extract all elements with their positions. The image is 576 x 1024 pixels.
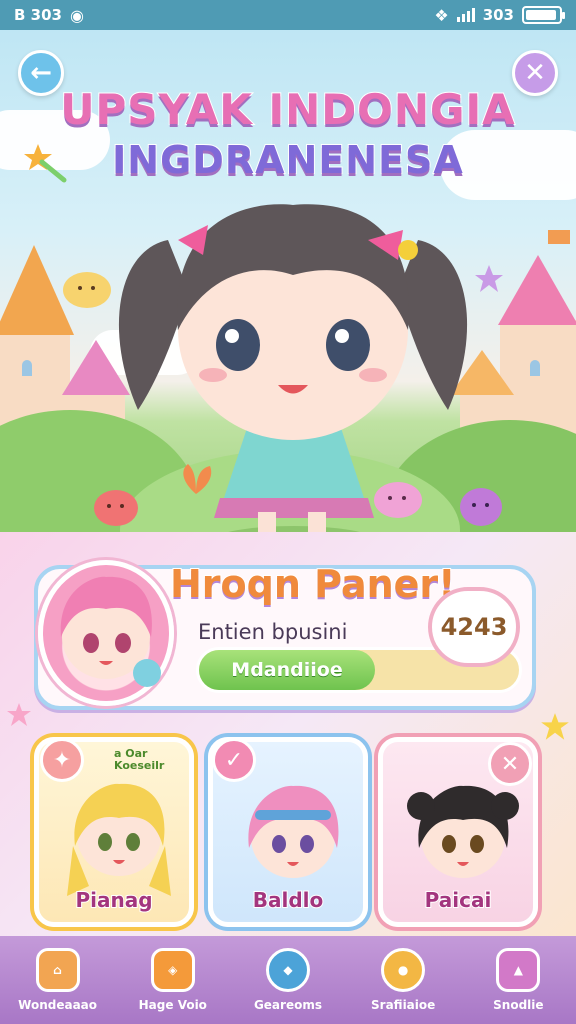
nav-label: Wondeaaao: [18, 998, 98, 1012]
back-button[interactable]: ←: [18, 50, 64, 96]
castle-flag: [548, 230, 570, 244]
avatar-portrait: [60, 576, 161, 687]
nav-item-egg[interactable]: ● Srafiiaioe: [348, 948, 458, 1012]
score-bubble: 4243: [428, 587, 520, 667]
notification-icon: ◉: [69, 5, 84, 25]
character-badge-text: a Oar Koeseilr: [114, 747, 165, 772]
bird-icon: ✦: [40, 738, 84, 782]
check-icon[interactable]: ✓: [212, 738, 256, 782]
player-name: Hroqn Paner!: [169, 561, 457, 607]
close-icon[interactable]: ✕: [488, 742, 532, 786]
main-character: [118, 204, 468, 532]
status-right-text: 303: [482, 6, 514, 24]
player-avatar[interactable]: [38, 560, 174, 706]
player-subtitle: Entien bpusini: [198, 620, 348, 644]
wifi-icon: ❖: [434, 5, 449, 25]
game-title-line1: UPSYAK INDONGIA: [59, 84, 516, 135]
battery-icon: [522, 6, 565, 24]
game-scene: ← ✕ UPSYAK INDONGIA INGDRANENESA: [0, 30, 576, 532]
gem-icon: ◆: [265, 948, 310, 992]
close-icon: ✕: [524, 58, 546, 88]
star-icon: [541, 713, 569, 740]
status-left-text: B 303: [14, 6, 62, 24]
house-icon: ⌂: [35, 948, 80, 992]
character-portrait: [407, 785, 519, 878]
castle-window: [530, 360, 540, 376]
score-value: 4243: [440, 613, 508, 641]
character-portrait: [67, 783, 171, 896]
castle-window: [22, 360, 32, 376]
nav-item-pot[interactable]: ◈ Hage Voio: [118, 948, 228, 1012]
nav-item-home[interactable]: ⌂ Wondeaaao: [3, 948, 113, 1012]
progress-label: Mdandiioe: [231, 659, 343, 681]
star-icon: [475, 265, 503, 292]
castle-roof: [498, 255, 576, 325]
nav-item-gems[interactable]: ◆ Geareoms: [233, 948, 343, 1012]
character-name: Baldlo: [252, 887, 325, 913]
game-title-line2: INGDRANENESA: [111, 137, 464, 183]
status-bar: B 303 ◉ ❖ 303: [0, 0, 576, 30]
character-name: Paicai: [424, 887, 493, 913]
character-portrait: [248, 785, 339, 878]
star-icon: [7, 703, 31, 726]
pot-icon: ◈: [150, 948, 195, 992]
cake-icon: ▲: [496, 948, 541, 992]
nav-label: Geareoms: [253, 998, 322, 1012]
nav-label: Hage Voio: [138, 998, 207, 1012]
bottom-nav: ⌂ Wondeaaao ◈ Hage Voio ◆ Geareoms ● Sra…: [0, 936, 576, 1024]
nav-label: Snodlie: [493, 998, 544, 1012]
cloud-creature-icon: [63, 272, 111, 308]
close-button[interactable]: ✕: [512, 50, 558, 96]
nav-item-cake[interactable]: ▲ Snodlie: [463, 948, 573, 1012]
signal-icon: [456, 8, 475, 22]
egg-icon: ●: [381, 948, 426, 992]
nav-label: Srafiiaioe: [371, 998, 436, 1012]
arrow-left-icon: ←: [30, 58, 52, 88]
character-name: Pianag: [74, 887, 153, 913]
progress-fill: Mdandiioe: [199, 650, 375, 690]
